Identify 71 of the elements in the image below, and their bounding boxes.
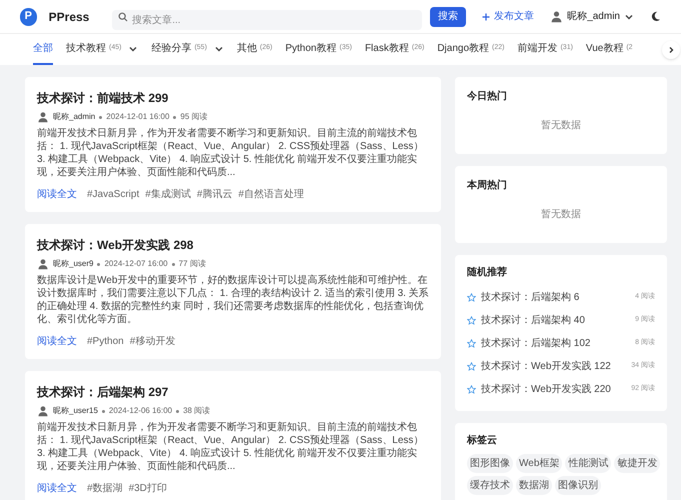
plus-icon: [482, 12, 490, 20]
tag-link[interactable]: #集成测试: [145, 187, 191, 202]
dot-separator-icon: [176, 410, 180, 412]
star-icon: [467, 316, 476, 325]
recommended-article-link[interactable]: 技术探讨：Web开发实践 220: [481, 382, 611, 397]
tag-link[interactable]: #移动开发: [130, 334, 176, 349]
panel-title: 随机推荐: [467, 266, 508, 280]
article-title[interactable]: 技术探讨：后端架构 297: [37, 383, 429, 401]
tag-pill[interactable]: 缓存技术: [467, 476, 513, 495]
user-avatar-icon: [37, 405, 49, 417]
user-avatar-icon: [550, 10, 564, 23]
read-count: 77 阅读: [178, 258, 206, 270]
category-tab[interactable]: 全部: [33, 34, 53, 65]
read-more-link[interactable]: 阅读全文: [37, 481, 77, 496]
dot-separator-icon: [172, 262, 175, 266]
tag-link[interactable]: #3D打印: [128, 481, 167, 496]
recommended-article-link[interactable]: 技术探讨：Web开发实践 122: [481, 359, 611, 374]
recommended-article-link[interactable]: 技术探讨：后端架构 40: [481, 313, 585, 328]
search-icon: [118, 12, 128, 22]
panel-title: 今日热门: [467, 89, 508, 104]
recommended-article-link[interactable]: 技术探讨：后端架构 102: [481, 336, 590, 351]
star-icon: [467, 339, 476, 348]
author-name: 昵称_user15: [53, 405, 98, 417]
user-avatar-icon: [37, 258, 49, 270]
moon-icon[interactable]: [650, 11, 661, 22]
post-date: 2024-12-06 16:00: [108, 405, 172, 417]
publish-button[interactable]: 发布文章: [482, 9, 534, 24]
empty-message: 暂无数据: [540, 118, 582, 133]
author-name: 昵称_user9: [53, 258, 94, 270]
tag-link[interactable]: #Python: [87, 334, 124, 349]
tag-pill[interactable]: 图像识别: [555, 476, 601, 495]
star-icon: [467, 362, 476, 371]
panel-title: 本周热门: [467, 178, 508, 193]
panel-title: 标签云: [467, 434, 498, 448]
dot-separator-icon: [97, 262, 100, 266]
tag-link[interactable]: #自然语言处理: [238, 187, 304, 202]
article-excerpt: 前端开发技术日新月异，作为开发者需要不断学习和更新知识。目前主流的前端技术包括： 1. 现代JavaScript框架（React、Vue、Angular） 2. CSS预处理器（Sass、Less） 3. 构建工具（Webpack、Vite） 4. 响应式设计 5. 性能优化 前端开发不仅要注重功能实现，还要关注用户体验、页面性能和代码质...: [37, 127, 424, 179]
tag-pill[interactable]: 数据湖: [516, 476, 552, 495]
user-avatar-icon: [37, 111, 49, 123]
read-count: 95 阅读: [180, 111, 208, 123]
tag-pill[interactable]: 敏捷开发: [614, 454, 660, 473]
read-more-link[interactable]: 阅读全文: [37, 187, 77, 202]
dot-separator-icon: [102, 410, 105, 412]
star-icon: [467, 385, 476, 394]
article-excerpt: 前端开发技术日新月异，作为开发者需要不断学习和更新知识。目前主流的前端技术包括： 1. 现代JavaScript框架（React、Vue、Angular） 2. CSS预处理器（Sass、Less） 3. 构建工具（Webpack、Vite） 4. 响应式设计 5. 性能优化 前端开发不仅要注重功能实现，还要关注用户体验、页面性能和代码质...: [37, 421, 424, 473]
tag-link[interactable]: #JavaScript: [87, 187, 140, 202]
search-button[interactable]: 搜索: [430, 6, 466, 26]
tag-pill[interactable]: Web框架: [516, 454, 562, 473]
brand-name: PPress: [48, 8, 90, 26]
empty-message: 暂无数据: [540, 208, 582, 222]
search-field[interactable]: 搜索文章...: [112, 10, 422, 30]
tag-link[interactable]: #数据湖: [87, 481, 123, 496]
scroll-right-button[interactable]: [662, 41, 680, 59]
article-title[interactable]: 技术探讨：Web开发实践 298: [37, 236, 429, 254]
author-name: 昵称_admin: [53, 111, 96, 123]
read-count: 38 阅读: [183, 405, 210, 417]
chevron-right-icon: [667, 46, 675, 54]
article-excerpt: 数据库设计是Web开发中的重要环节，好的数据库设计可以提高系统性能和可维护性。在设计数据库时，我们需要注意以下几点： 1. 合理的表结构设计 2. 适当的索引使用 3. 关系的正确处理 4. 数据的完整性约束 同时，我们还需要考虑数据库的性能优化，包括查询优化、索引优化等方面。: [37, 274, 429, 326]
recommended-article-link[interactable]: 技术探讨：后端架构 6: [481, 290, 580, 305]
star-icon: [467, 293, 476, 302]
tag-pill[interactable]: 图形图像: [467, 454, 513, 473]
article-title[interactable]: 技术探讨：前端技术 299: [37, 89, 429, 107]
logo-icon: P: [20, 8, 37, 26]
post-date: 2024-12-07 16:00: [104, 258, 168, 270]
dot-separator-icon: [173, 116, 176, 118]
read-more-link[interactable]: 阅读全文: [37, 334, 77, 349]
tag-link[interactable]: #腾讯云: [196, 187, 232, 202]
user-menu[interactable]: 昵称_admin: [550, 9, 634, 24]
dot-separator-icon: [99, 116, 102, 118]
post-date: 2024-12-01 16:00: [106, 111, 170, 123]
tag-pill[interactable]: 性能测试: [565, 454, 612, 473]
